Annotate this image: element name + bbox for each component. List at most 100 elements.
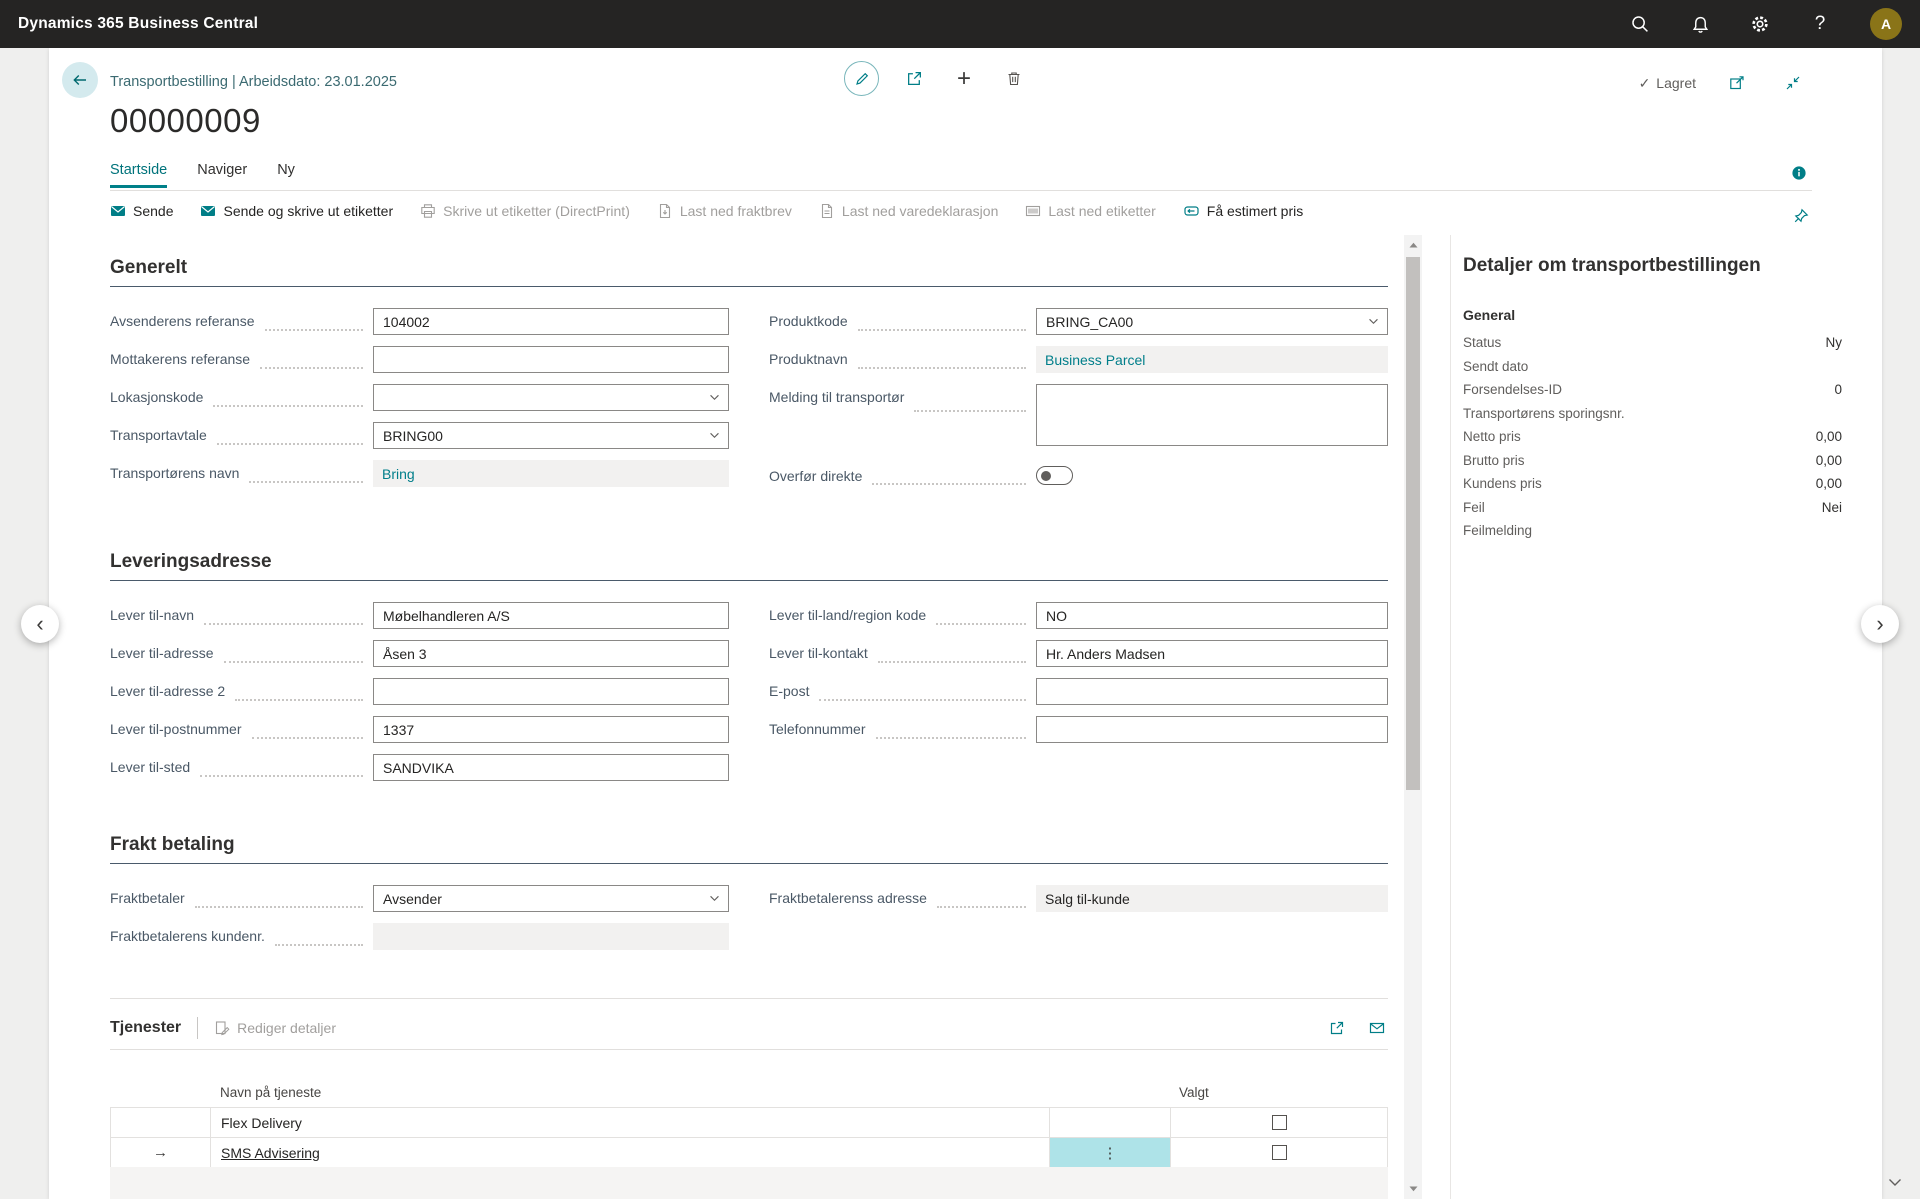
delete-button[interactable]	[999, 64, 1029, 94]
column-header-valgt[interactable]: Valgt	[1170, 1077, 1388, 1107]
ellipsis-icon: ⋮	[1103, 1144, 1118, 1162]
avsenderens-referanse-input[interactable]	[373, 308, 729, 335]
detail-row-transportorens-sporingsnr: Transportørens sporingsnr.	[1463, 402, 1842, 426]
back-button[interactable]	[62, 62, 98, 98]
fraktbetaler-select[interactable]	[373, 885, 729, 912]
overfor-direkte-toggle[interactable]	[1036, 466, 1073, 485]
action-last-ned-etiketter: Last ned etiketter	[1025, 203, 1155, 219]
lever-til-sted-input[interactable]	[373, 754, 729, 781]
tab-naviger[interactable]: Naviger	[197, 162, 247, 188]
field-lever-til-adresse-2: Lever til-adresse 2	[110, 678, 729, 705]
scrollbar-thumb[interactable]	[1406, 257, 1420, 790]
table-empty-area	[110, 1167, 1388, 1199]
detail-row-status: Status Ny	[1463, 331, 1842, 355]
tab-ny[interactable]: Ny	[277, 162, 295, 188]
printer-icon	[420, 203, 436, 219]
row-options-cell-selected[interactable]: ⋮	[1049, 1138, 1170, 1167]
produktkode-select[interactable]	[1036, 308, 1388, 335]
action-skrive-ut-directprint: Skrive ut etiketter (DirectPrint)	[420, 203, 630, 219]
action-bar: Sende Sende og skrive ut etiketter Skriv…	[110, 203, 1303, 219]
tjenester-header: Tjenester Rediger detaljer	[110, 1012, 1388, 1044]
detail-row-feilmelding: Feilmelding	[1463, 519, 1842, 543]
ribbon-tabs: Startside Naviger Ny	[110, 162, 295, 188]
scroll-up-arrow[interactable]	[1404, 237, 1422, 253]
next-record-button[interactable]: ›	[1861, 605, 1899, 643]
pin-icon[interactable]	[1793, 208, 1809, 224]
row-options-cell[interactable]	[1049, 1108, 1170, 1137]
user-avatar[interactable]: A	[1870, 8, 1902, 40]
record-card: Transportbestilling | Arbeidsdato: 23.01…	[49, 48, 1882, 1199]
services-table: Navn på tjeneste Valgt Flex Delivery → S…	[110, 1077, 1388, 1199]
app-title: Dynamics 365 Business Central	[18, 15, 258, 33]
lokasjonskode-select[interactable]	[373, 384, 729, 411]
settings-gear-icon[interactable]	[1750, 14, 1770, 34]
send-mail-icon	[110, 203, 126, 219]
new-record-button[interactable]: +	[949, 64, 979, 94]
scroll-down-arrow[interactable]	[1404, 1181, 1422, 1197]
section-frakt-betaling: Frakt betaling Fraktbetaler Fraktbetaler…	[110, 834, 1388, 961]
document-download-icon	[657, 203, 673, 219]
page-scroll-down-icon[interactable]	[1888, 1178, 1902, 1187]
app-header: Dynamics 365 Business Central ? A	[0, 0, 1920, 48]
lever-til-kontakt-input[interactable]	[1036, 640, 1388, 667]
telefonnummer-input[interactable]	[1036, 716, 1388, 743]
field-lever-til-land-region-kode: Lever til-land/region kode	[769, 602, 1388, 629]
page-title: 00000009	[110, 102, 261, 140]
field-telefonnummer: Telefonnummer	[769, 716, 1388, 743]
field-lever-til-adresse: Lever til-adresse	[110, 640, 729, 667]
lever-til-navn-input[interactable]	[373, 602, 729, 629]
share-part-button[interactable]	[1326, 1017, 1348, 1039]
field-e-post: E-post	[769, 678, 1388, 705]
barcode-icon	[1025, 203, 1041, 219]
lever-til-postnummer-input[interactable]	[373, 716, 729, 743]
field-lokasjonskode: Lokasjonskode	[110, 384, 729, 411]
field-avsenderens-referanse: Avsenderens referanse	[110, 308, 729, 335]
main-content: Generelt Avsenderens referanse Mottakere…	[49, 235, 1404, 1199]
section-leveringsadresse: Leveringsadresse Lever til-navn Lever ti…	[110, 551, 1388, 792]
tab-startside[interactable]: Startside	[110, 162, 167, 188]
field-transportavtale: Transportavtale	[110, 422, 729, 449]
breadcrumb[interactable]: Transportbestilling | Arbeidsdato: 23.01…	[110, 74, 397, 90]
share-icon	[1329, 1020, 1345, 1036]
action-sende-og-skrive-ut[interactable]: Sende og skrive ut etiketter	[200, 203, 393, 219]
action-fa-estimert-pris[interactable]: Få estimert pris	[1183, 203, 1303, 219]
edit-details-icon	[214, 1020, 230, 1036]
vertical-separator	[197, 1017, 198, 1039]
action-last-ned-varedeklarasjon: Last ned varedeklarasjon	[819, 203, 998, 219]
send-print-icon	[200, 203, 216, 219]
transportorens-navn-value[interactable]: Bring	[373, 460, 729, 487]
detail-row-kundens-pris: Kundens pris 0,00	[1463, 472, 1842, 496]
service-name-cell[interactable]: Flex Delivery	[210, 1108, 1049, 1137]
lever-til-adresse-2-input[interactable]	[373, 678, 729, 705]
mottakerens-referanse-input[interactable]	[373, 346, 729, 373]
search-icon[interactable]	[1630, 14, 1650, 34]
transportavtale-select[interactable]	[373, 422, 729, 449]
edit-button[interactable]	[844, 61, 879, 96]
previous-record-button[interactable]: ‹	[21, 605, 59, 643]
checkbox-sms-advisering[interactable]	[1272, 1145, 1287, 1160]
mail-part-button[interactable]	[1366, 1017, 1388, 1039]
checkbox-flex-delivery[interactable]	[1272, 1115, 1287, 1130]
lever-til-land-region-kode-input[interactable]	[1036, 602, 1388, 629]
open-window-icon	[1729, 75, 1745, 91]
table-row-sms-advisering: → SMS Advisering ⋮	[110, 1137, 1388, 1167]
factbox-details-panel: Detaljer om transportbestillingen Genera…	[1450, 235, 1882, 1199]
action-sende[interactable]: Sende	[110, 203, 173, 219]
column-header-navn-pa-tjeneste[interactable]: Navn på tjeneste	[210, 1077, 1049, 1107]
field-fraktbetalerens-kundenr: Fraktbetalerens kundenr.	[110, 923, 729, 950]
produktnavn-value[interactable]: Business Parcel	[1036, 346, 1388, 373]
notifications-icon[interactable]	[1690, 14, 1710, 34]
share-button[interactable]	[899, 64, 929, 94]
e-post-input[interactable]	[1036, 678, 1388, 705]
field-melding-til-transportor: Melding til transportør	[769, 384, 1388, 451]
lever-til-adresse-input[interactable]	[373, 640, 729, 667]
melding-til-transportor-textarea[interactable]	[1036, 384, 1388, 446]
services-table-header: Navn på tjeneste Valgt	[110, 1077, 1388, 1107]
info-icon[interactable]	[1791, 165, 1807, 181]
save-status-label: Lagret	[1656, 75, 1696, 91]
vertical-scrollbar[interactable]	[1404, 235, 1422, 1199]
open-in-window-button[interactable]	[1722, 68, 1752, 98]
help-icon[interactable]: ?	[1810, 14, 1830, 34]
collapse-button[interactable]	[1778, 68, 1808, 98]
service-name-link[interactable]: SMS Advisering	[221, 1145, 320, 1161]
